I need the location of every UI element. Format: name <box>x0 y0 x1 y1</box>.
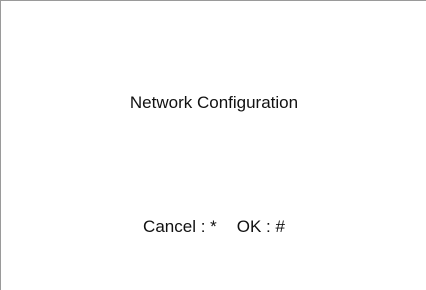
ok-softkey[interactable]: OK : # <box>237 215 285 239</box>
cancel-softkey[interactable]: Cancel : * <box>143 215 217 239</box>
screen-title: Network Configuration <box>129 93 299 112</box>
network-configuration-screen: Network Configuration Cancel : * OK : # <box>0 0 426 290</box>
softkey-bar: Cancel : * OK : # <box>1 215 426 239</box>
